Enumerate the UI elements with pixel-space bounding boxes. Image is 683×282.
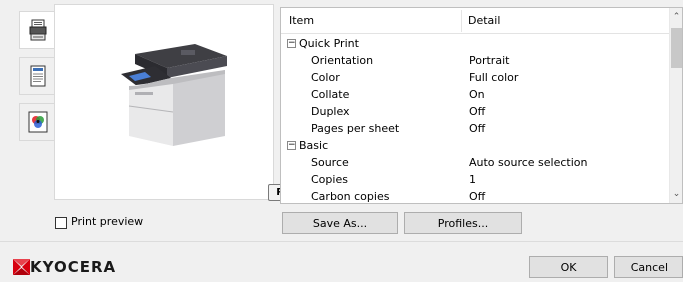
setting-row[interactable]: Color Full color [281,69,670,86]
setting-value: Portrait [469,54,510,67]
scroll-down-icon[interactable]: ⌄ [670,187,682,201]
kyocera-logo-icon [13,259,30,275]
document-icon [30,65,45,87]
cancel-button[interactable]: Cancel [614,256,683,278]
setting-row[interactable]: Carbon copies Off [281,188,670,203]
setting-value: Off [469,105,486,118]
setting-value: Off [469,190,486,203]
color-icon [28,111,47,133]
setting-row[interactable]: Copies 1 [281,171,670,188]
kyocera-logo: KYOCERA [13,258,117,276]
setting-row[interactable]: Duplex Off [281,103,670,120]
setting-value: On [469,88,485,101]
printer-preview-panel: PCL XL [54,4,323,201]
setting-row[interactable]: Orientation Portrait [281,52,670,69]
setting-name: Carbon copies [311,190,390,203]
setting-name: Orientation [311,54,374,67]
color-tab[interactable] [19,103,55,141]
column-header-detail[interactable]: Detail [468,14,500,27]
scroll-up-icon[interactable]: ⌃ [670,10,682,24]
setting-value: Full color [469,71,519,84]
list-header: Item Detail [281,8,670,34]
vertical-scrollbar[interactable]: ⌃ ⌄ [669,8,682,203]
ok-button[interactable]: OK [529,256,608,278]
setting-name: Source [311,156,349,169]
brand-name: KYOCERA [30,258,117,276]
document-tab[interactable] [19,57,55,95]
collapse-toggle-icon[interactable]: − [287,39,296,48]
printer-tab[interactable] [19,11,55,49]
collapse-toggle-icon[interactable]: − [287,141,296,150]
printer-icon [29,19,46,41]
setting-row[interactable]: Pages per sheet Off [281,120,670,137]
setting-name: Pages per sheet [311,122,400,135]
group-label: Quick Print [299,37,359,50]
save-as-button[interactable]: Save As... [282,212,398,234]
setting-row[interactable]: Collate On [281,86,670,103]
setting-value: 1 [469,173,476,186]
setting-name: Duplex [311,105,350,118]
scrollbar-thumb[interactable] [671,28,682,68]
printer-image [121,44,227,146]
setting-row[interactable]: Source Auto source selection [281,154,670,171]
group-label: Basic [299,139,329,152]
setting-name: Copies [311,173,348,186]
column-separator [461,10,462,32]
group-row-quick-print[interactable]: − Quick Print [281,35,670,52]
print-preview-checkbox[interactable] [55,217,67,229]
print-preview-label: Print preview [71,215,144,228]
profiles-button[interactable]: Profiles... [404,212,522,234]
setting-name: Color [311,71,340,84]
column-header-item[interactable]: Item [289,14,314,27]
setting-value: Off [469,122,486,135]
setting-value: Auto source selection [469,156,588,169]
settings-list[interactable]: Item Detail − Quick Print Orientation Po… [280,7,683,204]
setting-name: Collate [311,88,350,101]
footer-divider [0,241,683,242]
group-row-basic[interactable]: − Basic [281,137,670,154]
